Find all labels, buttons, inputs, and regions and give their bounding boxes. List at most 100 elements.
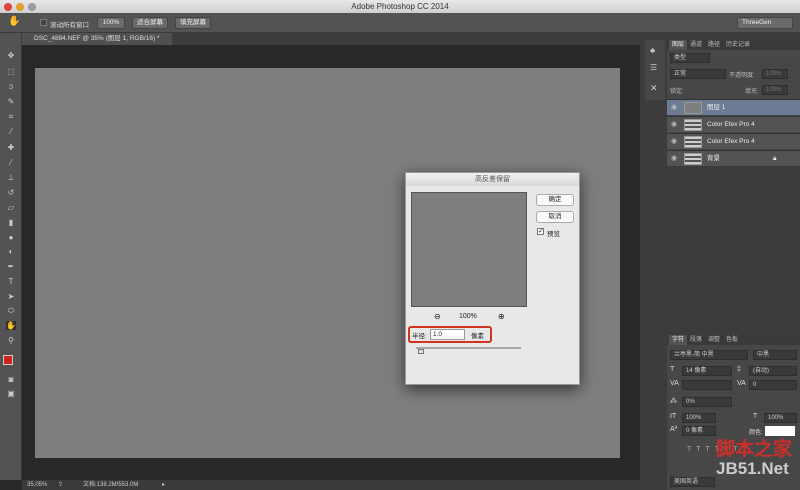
move-tool-icon[interactable]: ✥ bbox=[6, 51, 16, 60]
zoom-level[interactable]: 35.05% bbox=[27, 480, 47, 490]
zoom-100-button[interactable]: 100% bbox=[97, 17, 125, 29]
panel-icon-strip: ♣ ☰ ✕ bbox=[645, 40, 665, 100]
eye-icon[interactable]: ◉ bbox=[671, 100, 677, 116]
layer-filter-select[interactable]: 类型 bbox=[670, 53, 710, 63]
zoom-out-icon[interactable]: ⊖ bbox=[434, 312, 441, 321]
eraser-tool-icon[interactable]: ▱ bbox=[6, 203, 16, 212]
eye-icon[interactable]: ◉ bbox=[671, 117, 677, 133]
kerning-field[interactable] bbox=[682, 380, 732, 390]
doc-size: 文档:138.2M/553.0M bbox=[83, 482, 139, 488]
preview-zoom: 100% bbox=[459, 313, 477, 320]
radius-slider-handle[interactable] bbox=[418, 349, 424, 354]
document-tab[interactable]: DSC_4884.NEF @ 35% (图层 1, RGB/16) * bbox=[22, 33, 172, 45]
fit-screen-button[interactable]: 适合屏幕 bbox=[132, 17, 168, 29]
status-menu-arrow-icon[interactable]: ▸ bbox=[162, 480, 165, 490]
status-bar: 35.05% ⇪ 文档:138.2M/553.0M ▸ bbox=[22, 480, 640, 490]
tsume-field[interactable]: 0% bbox=[682, 397, 732, 407]
cancel-button[interactable]: 取消 bbox=[536, 211, 574, 223]
text-color-swatch[interactable] bbox=[765, 426, 795, 436]
tab-history[interactable]: 历史记录 bbox=[723, 40, 753, 50]
color-label: 颜色: bbox=[749, 430, 763, 436]
fill-screen-button[interactable]: 填充屏幕 bbox=[175, 17, 211, 29]
adjust-panel-icon[interactable]: ☰ bbox=[650, 63, 657, 72]
workspace-select[interactable]: ThreeGen bbox=[737, 17, 793, 29]
tab-channels[interactable]: 通道 bbox=[687, 40, 705, 50]
font-size-field[interactable]: 14 像素 bbox=[682, 366, 732, 376]
ok-button[interactable]: 确定 bbox=[536, 194, 574, 206]
window-title: Adobe Photoshop CC 2014 bbox=[351, 2, 449, 11]
vertical-scale-field[interactable]: 100% bbox=[682, 413, 716, 423]
path-select-tool-icon[interactable]: ➤ bbox=[6, 292, 16, 301]
baseline-field[interactable]: 0 像素 bbox=[682, 426, 716, 436]
share-icon[interactable]: ⇪ bbox=[58, 480, 63, 490]
history-brush-icon[interactable]: ↺ bbox=[6, 188, 16, 197]
layer-name: 图层 1 bbox=[707, 104, 726, 111]
language-select[interactable]: 美国英语 bbox=[670, 477, 715, 487]
brush-tool-icon[interactable]: ⁄ bbox=[6, 158, 16, 167]
eyedropper-tool-icon[interactable]: ⁄ bbox=[6, 127, 16, 136]
tracking-icon: VA bbox=[737, 380, 746, 387]
tab-paths[interactable]: 路径 bbox=[705, 40, 723, 50]
close-window-button[interactable] bbox=[4, 2, 12, 11]
radius-input[interactable]: 1.0 bbox=[430, 329, 465, 340]
title-bar: Adobe Photoshop CC 2014 bbox=[0, 0, 800, 13]
stamp-tool-icon[interactable]: ⊥ bbox=[6, 173, 16, 182]
horizontal-scale-icon: T bbox=[753, 413, 758, 420]
hand-tool-icon[interactable]: ✋ bbox=[8, 16, 20, 27]
tab-character[interactable]: 字符 bbox=[669, 335, 688, 345]
type-tool-icon[interactable]: T bbox=[6, 277, 16, 286]
minimize-window-button[interactable] bbox=[16, 2, 24, 11]
tab-adjustments[interactable]: 调整 bbox=[705, 335, 723, 345]
document-tab-bar: DSC_4884.NEF @ 35% (图层 1, RGB/16) * bbox=[22, 33, 640, 45]
leading-field[interactable]: (自动) bbox=[749, 366, 797, 376]
crop-tool-icon[interactable]: ⌗ bbox=[6, 112, 16, 121]
tracking-field[interactable]: 0 bbox=[749, 380, 797, 390]
dodge-tool-icon[interactable]: ◐ bbox=[6, 247, 16, 256]
foreground-color-swatch[interactable] bbox=[3, 355, 13, 365]
blur-tool-icon[interactable]: ● bbox=[6, 233, 16, 242]
zoom-window-button[interactable] bbox=[28, 2, 36, 11]
tab-layers[interactable]: 图层 bbox=[669, 40, 688, 50]
lasso-tool-icon[interactable]: ↄ bbox=[6, 82, 16, 91]
font-size-icon: T bbox=[670, 366, 675, 373]
quick-select-tool-icon[interactable]: ✎ bbox=[6, 97, 16, 106]
eye-icon[interactable]: ◉ bbox=[671, 151, 677, 167]
opacity-field[interactable]: 100% bbox=[762, 69, 788, 79]
baseline-icon: Aª bbox=[670, 426, 678, 433]
preview-label: 预览 bbox=[547, 231, 560, 238]
radius-highlight: 半径: 1.0 像素 bbox=[408, 326, 492, 343]
marquee-tool-icon[interactable]: ⬚ bbox=[6, 67, 16, 76]
eye-icon[interactable]: ◉ bbox=[671, 134, 677, 150]
radius-unit: 像素 bbox=[471, 333, 484, 340]
filter-preview[interactable] bbox=[411, 192, 527, 307]
tab-paragraph[interactable]: 段落 bbox=[687, 335, 705, 345]
preview-checkbox[interactable]: ✓ bbox=[537, 228, 544, 235]
fill-label: 填充: bbox=[745, 89, 759, 95]
tab-swatches[interactable]: 色板 bbox=[723, 335, 741, 345]
shape-tool-icon[interactable]: ⬭ bbox=[6, 306, 16, 315]
layer-row[interactable]: ◉ Color Efex Pro 4 bbox=[667, 133, 800, 149]
zoom-in-icon[interactable]: ⊕ bbox=[498, 312, 505, 321]
radius-slider-track[interactable] bbox=[416, 347, 521, 349]
layer-row[interactable]: ◉ Color Efex Pro 4 bbox=[667, 116, 800, 132]
font-style-select[interactable]: 中黑 bbox=[753, 350, 797, 360]
healing-tool-icon[interactable]: ✚ bbox=[6, 143, 16, 152]
tsume-icon: ⁂ bbox=[670, 398, 677, 405]
horizontal-scale-field[interactable]: 100% bbox=[764, 413, 797, 423]
blend-mode-select[interactable]: 正常 bbox=[670, 69, 726, 79]
zoom-tool-icon[interactable]: ⚲ bbox=[6, 336, 16, 345]
pen-tool-icon[interactable]: ✒ bbox=[6, 262, 16, 271]
quick-mask-icon[interactable]: ◙ bbox=[6, 375, 16, 384]
fill-field[interactable]: 100% bbox=[762, 85, 788, 95]
layer-row[interactable]: ◉ 图层 1 bbox=[667, 99, 800, 115]
tools-panel-icon[interactable]: ✕ bbox=[650, 83, 658, 94]
layers-panel: 图层 通道 路径 历史记录 类型 正常 不透明度: 100% 锁定: 填充: 1… bbox=[667, 40, 800, 166]
hand-tool-icon[interactable]: ✋ bbox=[6, 321, 16, 330]
font-family-select[interactable]: 兰亭黑-简 中黑 bbox=[670, 350, 748, 360]
layer-row[interactable]: ◉ 背景 🔒︎ bbox=[667, 150, 800, 166]
history-panel-icon[interactable]: ♣ bbox=[650, 46, 655, 55]
gradient-tool-icon[interactable]: ▮ bbox=[6, 218, 16, 227]
screen-mode-icon[interactable]: ▣ bbox=[6, 389, 16, 398]
scroll-all-checkbox[interactable] bbox=[40, 19, 47, 26]
leading-icon: ‡ bbox=[737, 366, 741, 373]
